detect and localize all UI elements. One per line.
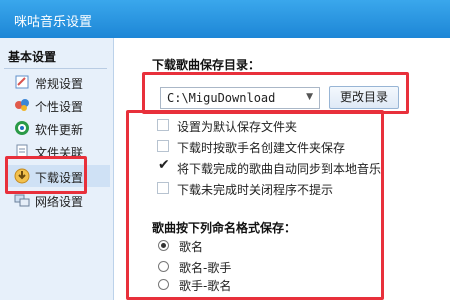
personalize-icon (14, 97, 30, 113)
sidebar-item-label: 软件更新 (35, 123, 84, 137)
sidebar-item-label: 网络设置 (35, 195, 84, 209)
highlight-box-options (126, 110, 384, 300)
highlight-box-sidebar (5, 156, 87, 194)
window-title: 咪咕音乐设置 (14, 15, 93, 30)
sidebar-item-general[interactable]: 常规设置 (6, 71, 110, 93)
highlight-box-save-dir (142, 72, 409, 114)
sidebar-divider (4, 68, 107, 69)
sidebar-item-label: 常规设置 (35, 77, 84, 91)
update-icon (14, 120, 30, 136)
sidebar-item-update[interactable]: 软件更新 (6, 117, 110, 139)
general-settings-icon (14, 74, 30, 90)
save-dir-heading: 下载歌曲保存目录： (152, 58, 261, 72)
sidebar-item-personalize[interactable]: 个性设置 (6, 94, 110, 116)
sidebar-group-title: 基本设置 (8, 50, 57, 64)
network-icon (14, 192, 30, 208)
title-bar: 咪咕音乐设置 (0, 0, 450, 38)
sidebar-item-label: 个性设置 (35, 100, 84, 114)
